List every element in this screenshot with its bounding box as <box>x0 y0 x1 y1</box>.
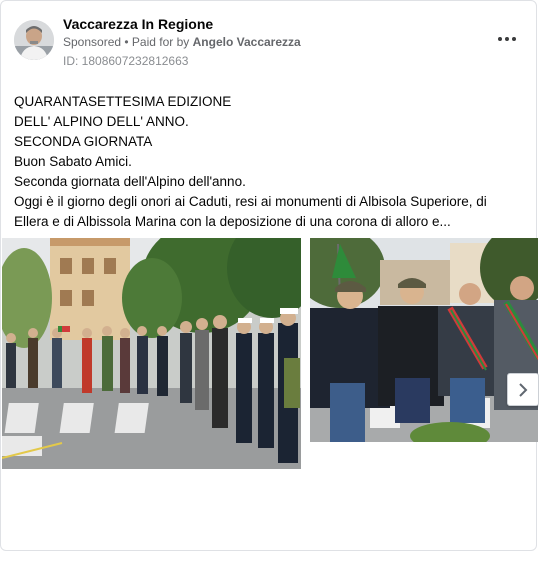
sponsor-line: Sponsored • Paid for by Angelo Vaccarezz… <box>63 35 301 49</box>
more-options-button[interactable] <box>493 29 521 49</box>
post-text-line: Oggi è il giorno degli onori ai Caduti, … <box>14 194 487 209</box>
ad-id: ID: 1808607232812663 <box>63 54 189 68</box>
ceremony-street-photo <box>2 238 301 469</box>
post-text-line: QUARANTASETTESIMA EDIZIONE <box>14 94 232 109</box>
image-carousel <box>2 238 538 469</box>
carousel-image-officials[interactable] <box>310 238 538 442</box>
page-avatar[interactable] <box>14 20 54 60</box>
paid-for-label: • Paid for by <box>121 35 193 49</box>
officials-photo <box>310 238 538 442</box>
more-horizontal-icon <box>497 37 518 41</box>
post-text-line: Buon Sabato Amici. <box>14 154 132 169</box>
post-text-line: DELL' ALPINO DELL' ANNO. <box>14 114 189 129</box>
chevron-right-icon <box>519 382 528 397</box>
post-text-line: SECONDA GIORNATA <box>14 134 153 149</box>
carousel-image-ceremony-street[interactable] <box>2 238 301 469</box>
payer-name: Angelo Vaccarezza <box>192 35 301 49</box>
sponsored-label: Sponsored <box>63 35 122 49</box>
post-text-line: Seconda giornata dell'Alpino dell'anno. <box>14 174 246 189</box>
avatar-photo <box>14 20 54 60</box>
post-text-line: Ellera e di Albissola Marina con la depo… <box>14 214 451 229</box>
carousel-next-button[interactable] <box>507 373 539 406</box>
post-text: QUARANTASETTESIMA EDIZIONE DELL' ALPINO … <box>14 92 529 232</box>
page-name[interactable]: Vaccarezza In Regione <box>63 16 213 32</box>
ad-card: Vaccarezza In Regione Sponsored • Paid f… <box>0 0 539 551</box>
